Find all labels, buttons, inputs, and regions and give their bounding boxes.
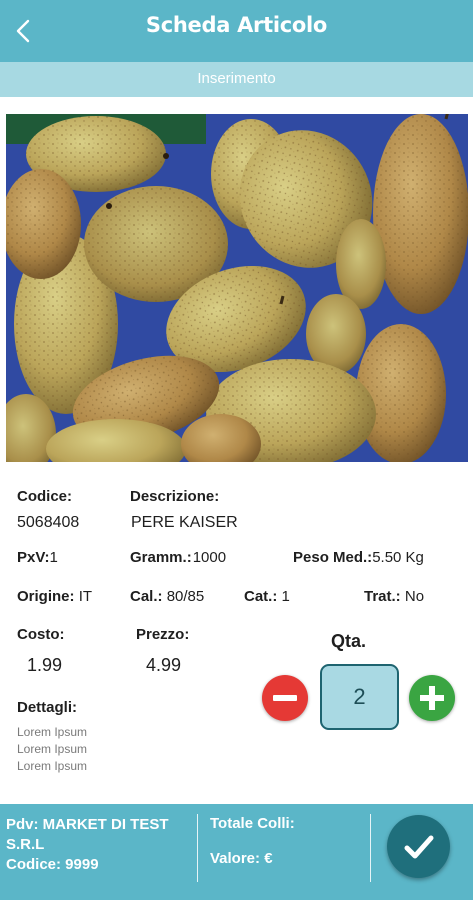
descrizione-value: PERE KAISER xyxy=(131,514,238,531)
dettagli-line: Lorem Ipsum xyxy=(17,759,88,773)
origine-label: Origine: xyxy=(17,588,75,605)
pxv-label: PxV: xyxy=(17,549,50,566)
store-name-line2: S.R.L xyxy=(6,836,45,853)
confirm-button[interactable] xyxy=(387,815,450,878)
pxv-value: 1 xyxy=(49,549,58,566)
dettagli-label: Dettagli: xyxy=(17,699,77,716)
dettagli-line: Lorem Ipsum xyxy=(17,725,88,739)
trat-field: Trat.: No xyxy=(364,588,424,605)
cal-field: Cal.: 80/85 xyxy=(130,588,204,605)
pxv-field: PxV:1 xyxy=(17,549,58,566)
product-image xyxy=(6,114,468,462)
descrizione-label: Descrizione: xyxy=(130,488,220,505)
divider xyxy=(197,814,198,882)
codice-value: 5068408 xyxy=(17,514,80,531)
peso-label: Peso Med.: xyxy=(293,549,373,566)
decrease-quantity-button[interactable] xyxy=(262,675,308,721)
cat-field: Cat.: 1 xyxy=(244,588,290,605)
gramm-label: Gramm.: xyxy=(130,549,192,566)
quantity-label: Qta. xyxy=(331,631,367,651)
app-header: Scheda Articolo xyxy=(0,0,473,62)
pears-photo xyxy=(6,114,468,462)
dettagli-text: Lorem Ipsum Lorem Ipsum Lorem Ipsum xyxy=(17,724,87,775)
mode-subtitle: Inserimento xyxy=(0,62,473,97)
dettagli-line: Lorem Ipsum xyxy=(17,742,88,756)
gramm-value: 1000 xyxy=(192,549,227,566)
summary-footer: Pdv: MARKET DI TEST S.R.L Codice: 9999 T… xyxy=(0,804,473,900)
prezzo-value: 4.99 xyxy=(146,655,182,675)
origine-value: IT xyxy=(78,588,93,605)
trat-value: No xyxy=(404,588,425,605)
peso-value: 5.50 Kg xyxy=(372,549,424,566)
totale-colli-label: Totale Colli: xyxy=(210,815,295,832)
prezzo-label: Prezzo: xyxy=(136,626,190,643)
cat-value: 1 xyxy=(281,588,290,605)
gramm-field: Gramm.:1000 xyxy=(130,549,226,566)
checkmark-icon xyxy=(404,835,433,858)
codice-label: Codice: xyxy=(17,488,73,505)
costo-label: Costo: xyxy=(17,626,65,643)
quantity-input[interactable]: 2 xyxy=(320,664,399,730)
cal-label: Cal.: xyxy=(130,588,163,605)
divider xyxy=(370,814,371,882)
store-name-line1: Pdv: MARKET DI TEST xyxy=(6,816,169,833)
page-title: Scheda Articolo xyxy=(145,13,328,37)
trat-label: Trat.: xyxy=(364,588,401,605)
valore-label: Valore: € xyxy=(210,850,273,867)
cat-label: Cat.: xyxy=(244,588,278,605)
store-code: Codice: 9999 xyxy=(6,856,99,873)
peso-field: Peso Med.:5.50 Kg xyxy=(293,549,424,566)
increase-quantity-button[interactable] xyxy=(409,675,455,721)
origine-field: Origine: IT xyxy=(17,588,92,605)
costo-value: 1.99 xyxy=(27,655,63,675)
store-info: Pdv: MARKET DI TEST S.R.L Codice: 9999 xyxy=(6,815,196,875)
cal-value: 80/85 xyxy=(166,588,205,605)
